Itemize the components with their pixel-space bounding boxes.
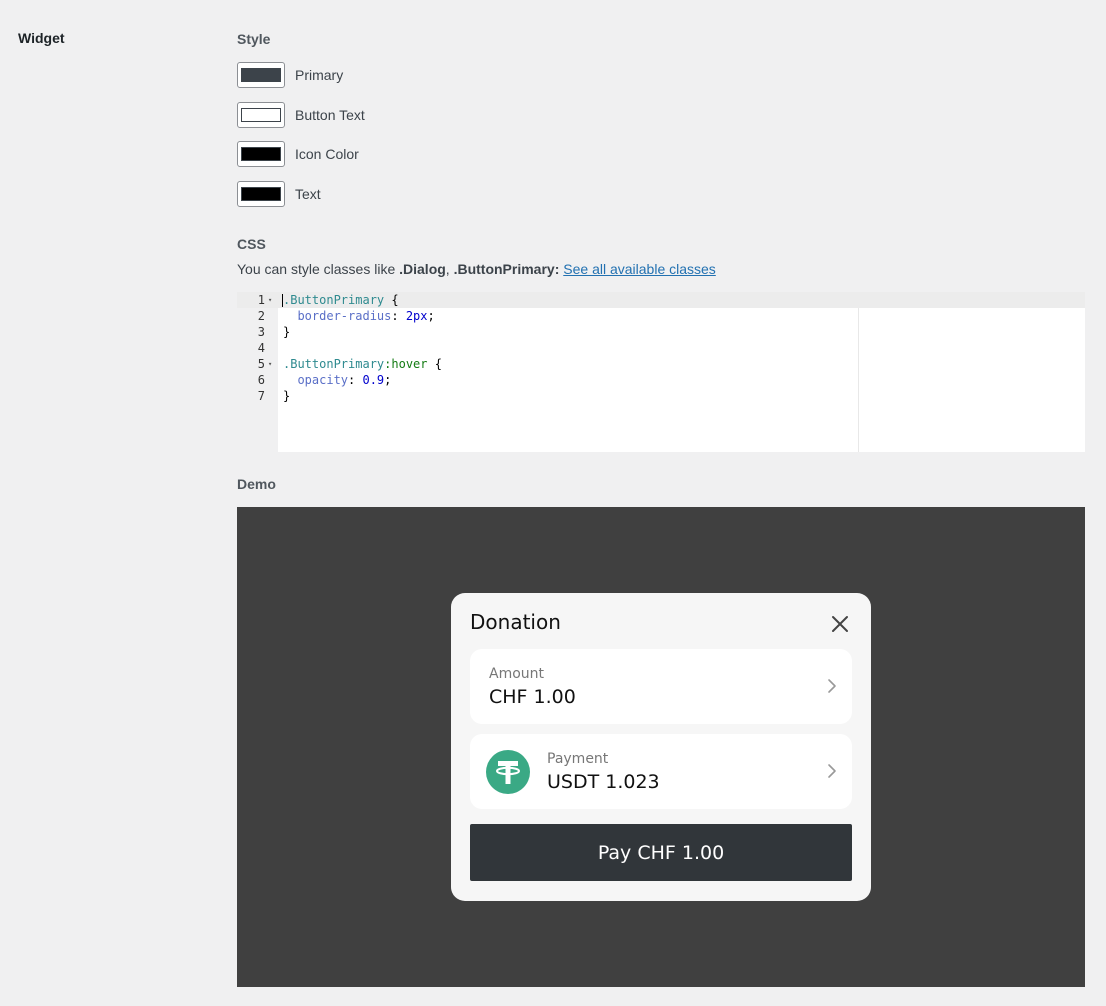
payment-value: USDT 1.023 [547,771,660,793]
color-row-text: Text [237,179,321,209]
dialog-title: Donation [470,610,561,634]
code-text: } [283,325,291,339]
line-number: 7 [257,389,265,403]
code-text: } [283,389,291,403]
line-number: 4 [257,341,265,355]
line-number: 1 [257,293,265,307]
fold-toggle-icon[interactable]: ▾ [268,292,272,308]
button-text-color-fill [241,108,281,122]
code-text: .ButtonPrimary:hover { [283,356,442,372]
css-heading: CSS [237,236,266,252]
code-pseudo: :hover [384,357,428,371]
amount-label: Amount [489,666,545,682]
donation-dialog: Donation Amount CHF 1.00 Payment USDT 1.… [451,593,871,901]
chevron-right-icon [828,679,836,693]
css-desc-colon: : [554,261,564,277]
color-row-primary: Primary [237,60,343,90]
code-line: 7 } [237,388,1085,404]
payment-card[interactable]: Payment USDT 1.023 [470,734,852,809]
primary-color-picker[interactable] [237,62,285,88]
code-line: 1 ▾ .ButtonPrimary { [237,292,1085,308]
see-all-classes-link[interactable]: See all available classes [563,261,716,277]
css-desc-sep: , [445,261,454,277]
text-color-label: Text [295,186,321,202]
demo-heading: Demo [237,476,276,492]
line-number: 2 [257,309,265,323]
code-line: 2 border-radius: 2px; [237,308,1085,324]
css-code-editor[interactable]: 1 ▾ .ButtonPrimary { 2 border-radius: 2p… [237,292,1085,452]
code-punct: { [427,357,442,371]
text-color-picker[interactable] [237,181,285,207]
code-line: 4 [237,340,1085,356]
primary-color-label: Primary [295,67,344,83]
code-punct: : [348,373,363,387]
text-cursor [282,294,283,307]
css-desc-class-button: .ButtonPrimary [453,261,555,277]
code-line: 6 opacity: 0.9; [237,372,1085,388]
code-text: border-radius: 2px; [283,308,435,324]
code-selector: .ButtonPrimary [283,293,385,307]
code-punct: ; [427,309,435,323]
code-selector: .ButtonPrimary [283,357,385,371]
close-button[interactable] [827,611,853,637]
code-value: 0.9 [362,373,385,387]
color-row-icon: Icon Color [237,139,359,169]
icon-color-label: Icon Color [295,146,359,162]
css-desc-class-dialog: .Dialog [399,261,446,277]
fold-toggle-icon[interactable]: ▾ [268,356,272,372]
widget-row-label: Widget [18,30,65,46]
code-text: opacity: 0.9; [283,372,391,388]
icon-color-fill [241,147,281,161]
amount-value: CHF 1.00 [489,686,576,708]
icon-color-picker[interactable] [237,141,285,167]
css-description: You can style classes like .Dialog, .But… [237,261,716,277]
amount-card[interactable]: Amount CHF 1.00 [470,649,852,724]
line-number: 5 [257,357,265,371]
code-line: 5 ▾ .ButtonPrimary:hover { [237,356,1085,372]
code-punct: ; [384,373,392,387]
primary-color-fill [241,68,281,82]
demo-preview: Donation Amount CHF 1.00 Payment USDT 1.… [237,507,1085,987]
payment-label: Payment [547,751,609,767]
code-value: 2px [405,309,428,323]
color-row-button-text: Button Text [237,100,365,130]
pay-button[interactable]: Pay CHF 1.00 [470,824,852,881]
code-line: 3 } [237,324,1085,340]
text-color-fill [241,187,281,201]
line-number: 3 [257,325,265,339]
code-text: .ButtonPrimary { [283,292,399,308]
line-number: 6 [257,373,265,387]
chevron-right-icon [828,764,836,778]
code-property: border-radius [297,309,392,323]
code-punct: : [391,309,406,323]
tether-icon [486,750,530,794]
code-punct: { [384,293,399,307]
code-property: opacity [297,373,349,387]
button-text-color-label: Button Text [295,107,365,123]
style-heading: Style [237,31,271,47]
css-desc-prefix: You can style classes like [237,261,400,277]
close-icon [832,616,848,632]
button-text-color-picker[interactable] [237,102,285,128]
